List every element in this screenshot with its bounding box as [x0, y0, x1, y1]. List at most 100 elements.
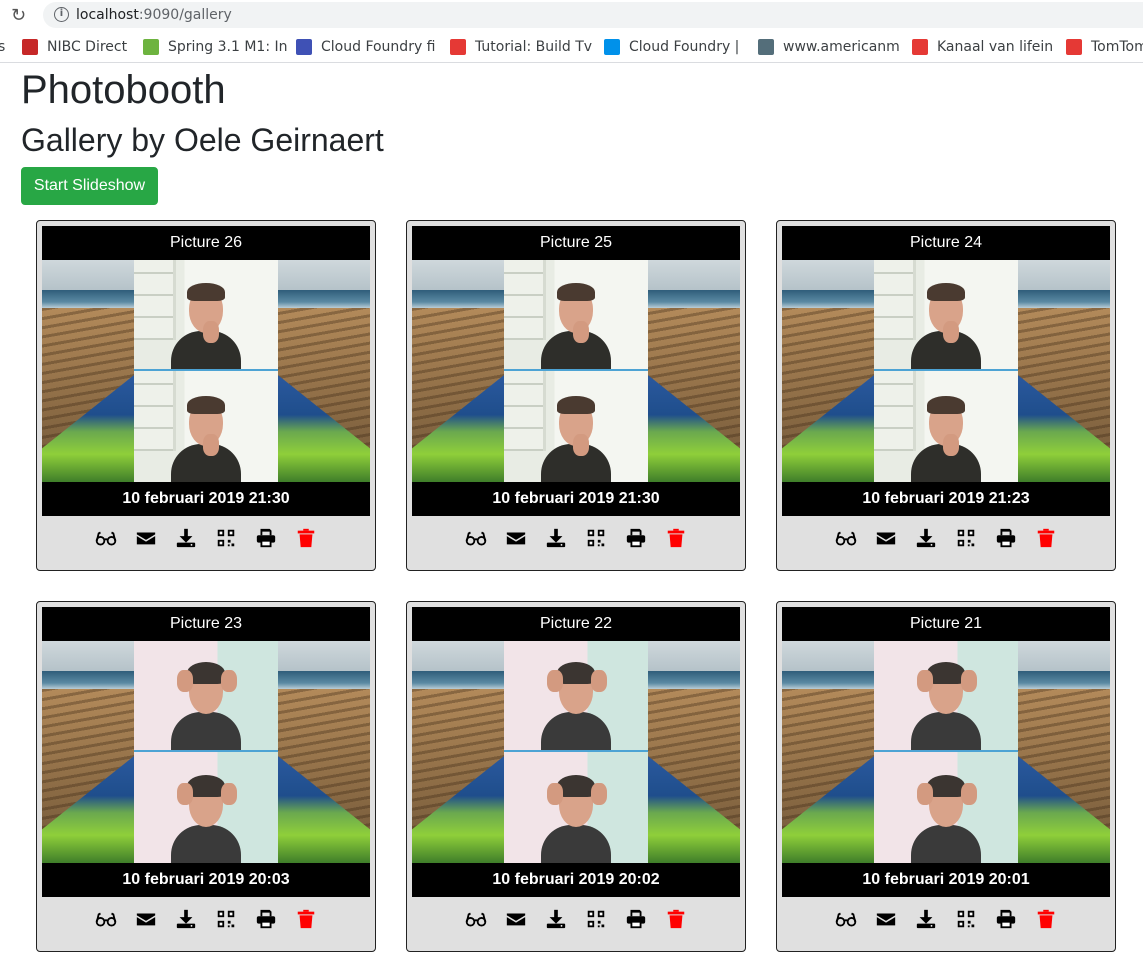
bookmark-label: Kanaal van lifein [937, 39, 1054, 55]
picture-image[interactable] [42, 641, 370, 863]
print-icon[interactable] [624, 907, 648, 931]
download-icon[interactable] [544, 526, 568, 550]
print-icon[interactable] [624, 526, 648, 550]
print-icon[interactable] [254, 907, 278, 931]
trash-icon[interactable] [294, 907, 318, 931]
bookmarks-bar: s NIBC Direct Spring 3.1 M1: In Cloud Found… [0, 31, 1143, 63]
picture-image[interactable] [42, 260, 370, 482]
qrcode-icon[interactable] [954, 526, 978, 550]
bookmark-label: Spring 3.1 M1: In [168, 39, 288, 55]
picture-card: Picture 24 10 februari 2019 21:23 [776, 220, 1116, 571]
qrcode-icon[interactable] [584, 526, 608, 550]
download-icon[interactable] [544, 907, 568, 931]
glasses-icon[interactable] [464, 526, 488, 550]
picture-actions [37, 907, 375, 937]
address-bar[interactable]: i localhost:9090/gallery [43, 2, 1143, 28]
download-icon[interactable] [914, 907, 938, 931]
envelope-icon[interactable] [874, 907, 898, 931]
picture-date: 10 februari 2019 21:30 [412, 482, 740, 516]
bookmark-item[interactable]: Spring 3.1 M1: In [143, 38, 288, 56]
photo-frame [134, 752, 278, 863]
photo-frame [504, 641, 648, 752]
qrcode-icon[interactable] [584, 907, 608, 931]
picture-actions [777, 907, 1115, 937]
glasses-icon[interactable] [94, 526, 118, 550]
bookmark-item[interactable]: TomTom [1066, 38, 1143, 56]
picture-title: Picture 22 [412, 607, 740, 641]
browser-toolbar: ↻ i localhost:9090/gallery [0, 0, 1143, 31]
download-icon[interactable] [914, 526, 938, 550]
photo-frame [504, 260, 648, 371]
picture-date: 10 februari 2019 21:23 [782, 482, 1110, 516]
bookmark-label: TomTom [1091, 39, 1143, 55]
download-icon[interactable] [174, 526, 198, 550]
envelope-icon[interactable] [134, 907, 158, 931]
bookmark-favicon-icon [22, 39, 38, 55]
bookmark-item[interactable]: Kanaal van lifein [912, 38, 1053, 56]
picture-title: Picture 21 [782, 607, 1110, 641]
picture-image[interactable] [412, 260, 740, 482]
bookmark-favicon-icon [912, 39, 928, 55]
glasses-icon[interactable] [464, 907, 488, 931]
trash-icon[interactable] [1034, 526, 1058, 550]
picture-image[interactable] [782, 641, 1110, 863]
bookmark-label: www.americanm [783, 39, 900, 55]
photo-frame [874, 641, 1018, 752]
bookmark-item[interactable]: www.americanm [758, 38, 900, 56]
picture-date: 10 februari 2019 20:01 [782, 863, 1110, 897]
page-subtitle: Gallery by Oele Geirnaert [21, 122, 384, 158]
glasses-icon[interactable] [834, 526, 858, 550]
bookmark-favicon-icon [143, 39, 159, 55]
print-icon[interactable] [254, 526, 278, 550]
reload-icon[interactable]: ↻ [11, 5, 26, 26]
bookmark-item[interactable]: Cloud Foundry | [604, 38, 739, 56]
picture-card: Picture 22 10 februari 2019 20:02 [406, 601, 746, 952]
envelope-icon[interactable] [134, 526, 158, 550]
info-icon[interactable]: i [54, 7, 69, 22]
download-icon[interactable] [174, 907, 198, 931]
picture-actions [37, 526, 375, 556]
bookmark-label: Cloud Foundry | [629, 39, 740, 55]
picture-card: Picture 21 10 februari 2019 20:01 [776, 601, 1116, 952]
picture-title: Picture 25 [412, 226, 740, 260]
trash-icon[interactable] [294, 526, 318, 550]
qrcode-icon[interactable] [214, 526, 238, 550]
glasses-icon[interactable] [834, 907, 858, 931]
trash-icon[interactable] [664, 907, 688, 931]
trash-icon[interactable] [664, 526, 688, 550]
photo-frame [134, 260, 278, 371]
bookmark-item[interactable]: Tutorial: Build Tv [450, 38, 592, 56]
photo-frame [874, 260, 1018, 371]
picture-date: 10 februari 2019 20:02 [412, 863, 740, 897]
start-slideshow-button[interactable]: Start Slideshow [21, 167, 158, 205]
bookmark-label: Cloud Foundry fi [321, 39, 436, 55]
bookmark-favicon-icon [1066, 39, 1082, 55]
picture-title: Picture 24 [782, 226, 1110, 260]
url-text[interactable]: localhost:9090/gallery [76, 7, 232, 23]
trash-icon[interactable] [1034, 907, 1058, 931]
photo-frame [874, 371, 1018, 482]
envelope-icon[interactable] [874, 526, 898, 550]
envelope-icon[interactable] [504, 907, 528, 931]
picture-card: Picture 23 10 februari 2019 20:03 [36, 601, 376, 952]
bookmark-label: NIBC Direct [47, 39, 128, 55]
photo-frame [134, 641, 278, 752]
qrcode-icon[interactable] [954, 907, 978, 931]
glasses-icon[interactable] [94, 907, 118, 931]
picture-image[interactable] [782, 260, 1110, 482]
bookmark-favicon-icon [450, 39, 466, 55]
picture-date: 10 februari 2019 20:03 [42, 863, 370, 897]
print-icon[interactable] [994, 907, 1018, 931]
envelope-icon[interactable] [504, 526, 528, 550]
picture-card: Picture 26 10 februari 2019 21:30 [36, 220, 376, 571]
qrcode-icon[interactable] [214, 907, 238, 931]
picture-image[interactable] [412, 641, 740, 863]
bookmark-item[interactable]: s [0, 38, 5, 56]
bookmark-item[interactable]: NIBC Direct [22, 38, 127, 56]
bookmark-label: s [0, 39, 5, 55]
print-icon[interactable] [994, 526, 1018, 550]
photo-frame [874, 752, 1018, 863]
bookmark-favicon-icon [604, 39, 620, 55]
picture-title: Picture 23 [42, 607, 370, 641]
bookmark-item[interactable]: Cloud Foundry fi [296, 38, 436, 56]
